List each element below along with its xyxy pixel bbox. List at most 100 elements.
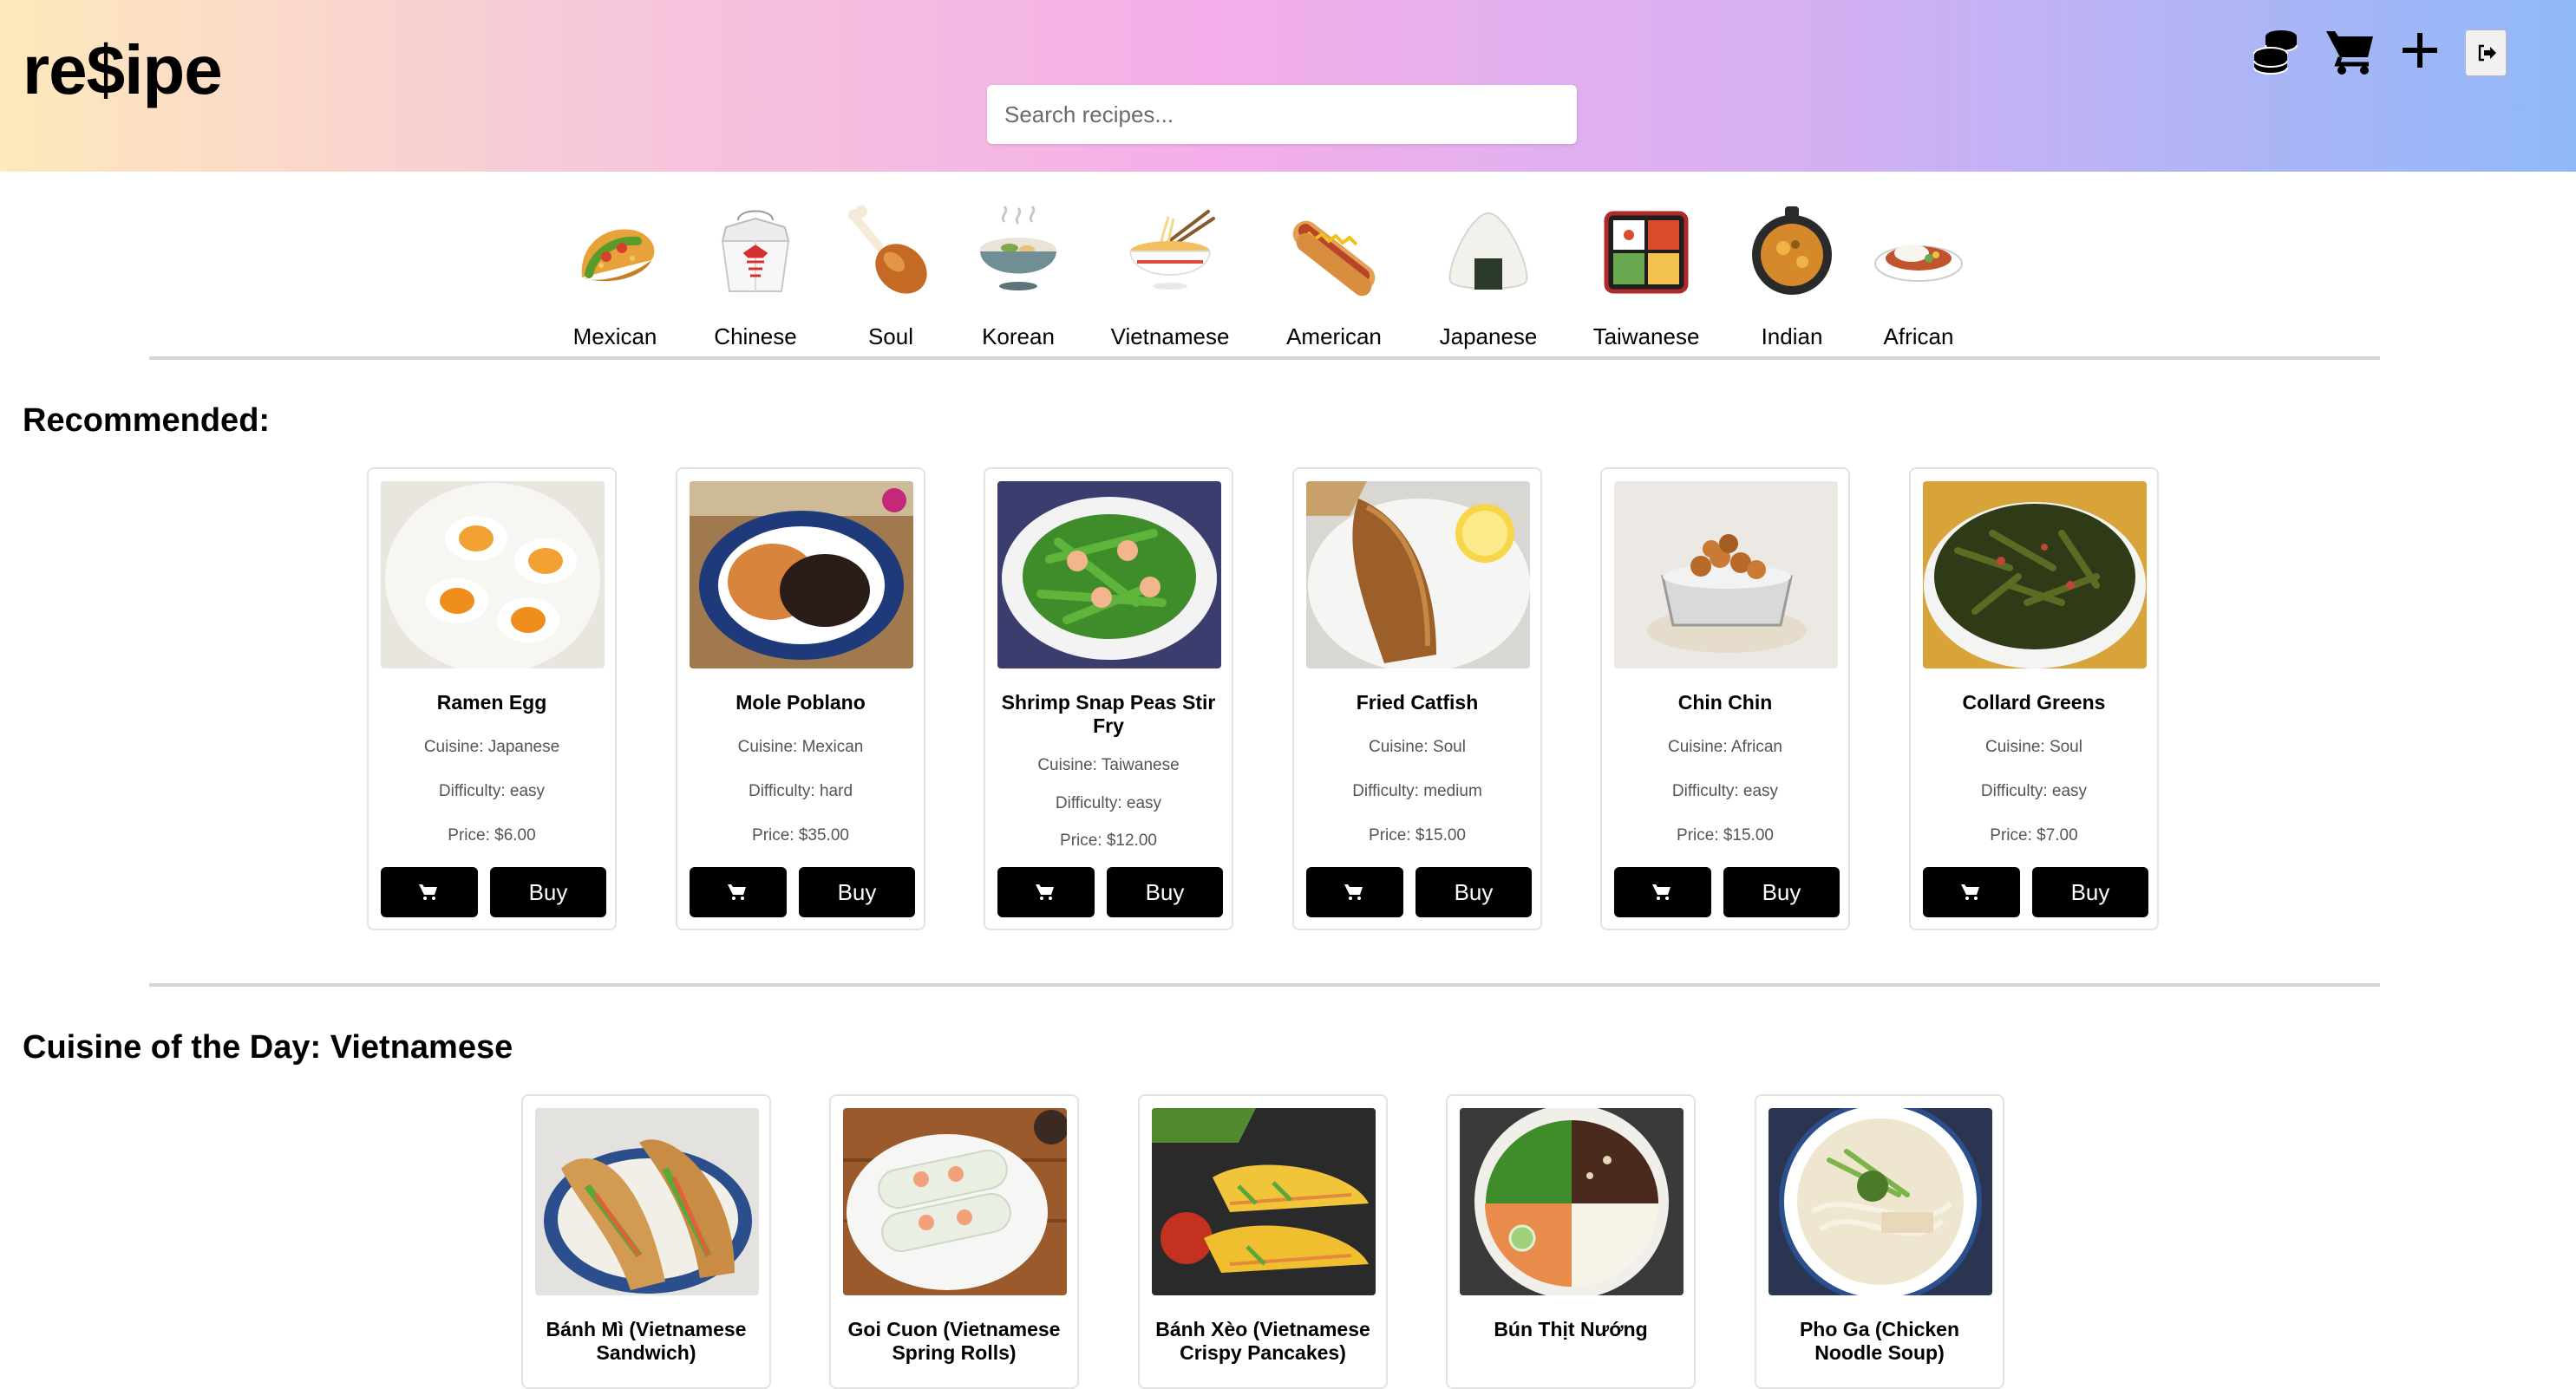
recipe-name: Ramen Egg: [436, 691, 547, 714]
add-to-cart-button[interactable]: [1306, 867, 1403, 917]
recipe-price: Price: $6.00: [448, 826, 536, 844]
recipe-card[interactable]: Goi Cuon (Vietnamese Spring Rolls): [829, 1094, 1079, 1389]
cart-icon: [1036, 884, 1054, 900]
recipe-card[interactable]: Bánh Xèo (Vietnamese Crispy Pancakes): [1138, 1094, 1388, 1389]
bento-box-icon: [1604, 211, 1689, 294]
add-to-cart-button[interactable]: [1923, 867, 2020, 917]
recipe-difficulty: Difficulty: easy: [1055, 794, 1162, 812]
curry-rice-icon: [1874, 245, 1963, 282]
recipe-name: Shrimp Snap Peas Stir Fry: [1001, 691, 1216, 737]
recipe-card[interactable]: Pho Ga (Chicken Noodle Soup): [1755, 1094, 2004, 1389]
poultry-leg-icon: [848, 205, 927, 294]
buy-button[interactable]: Buy: [2032, 867, 2148, 917]
category-japanese[interactable]: Japanese: [1419, 201, 1558, 350]
section-title-recommended: Recommended:: [23, 402, 271, 439]
category-label: Mexican: [572, 323, 657, 349]
divider: [149, 356, 2380, 360]
category-label: Indian: [1761, 323, 1823, 349]
header-bar: re$ipe: [0, 0, 2576, 172]
recipe-difficulty: Difficulty: easy: [1980, 782, 2088, 800]
category-label: Korean: [982, 323, 1055, 349]
recipe-image[interactable]: [1923, 481, 2147, 668]
cart-icon: [419, 884, 437, 900]
recipe-image[interactable]: [1769, 1108, 1992, 1295]
recipe-name: Bánh Xèo (Vietnamese Crispy Pancakes): [1155, 1318, 1370, 1364]
recipe-image[interactable]: [381, 481, 605, 668]
app-logo[interactable]: re$ipe: [23, 23, 223, 118]
buy-button[interactable]: Buy: [1415, 867, 1532, 917]
category-indian[interactable]: Indian: [1723, 201, 1861, 350]
buy-button[interactable]: Buy: [1723, 867, 1840, 917]
cart-icon: [1961, 884, 1979, 900]
divider: [149, 983, 2380, 987]
buy-button[interactable]: Buy: [799, 867, 915, 917]
recipe-cuisine: Cuisine: Soul: [1985, 738, 2082, 756]
add-to-cart-button[interactable]: [381, 867, 478, 917]
noodle-bowl-icon: [1128, 210, 1215, 290]
recipe-card[interactable]: Shrimp Snap Peas Stir Fry Cuisine: Taiwa…: [984, 467, 1233, 930]
category-vietnamese[interactable]: Vietnamese: [1101, 201, 1239, 350]
coins-icon[interactable]: [2252, 26, 2300, 81]
cart-icon: [728, 884, 746, 900]
category-taiwanese[interactable]: Taiwanese: [1577, 201, 1716, 350]
cart-icon: [1344, 884, 1363, 900]
recipe-name: Collard Greens: [1962, 691, 2106, 714]
recipe-image[interactable]: [1152, 1108, 1376, 1295]
curry-pot-icon: [1752, 206, 1832, 295]
logout-button[interactable]: [2465, 29, 2507, 76]
recipe-price: Price: $15.00: [1369, 826, 1466, 844]
logout-icon: [2478, 44, 2496, 62]
recipe-name: Pho Ga (Chicken Noodle Soup): [1799, 1318, 1960, 1364]
add-to-cart-button[interactable]: [690, 867, 787, 917]
recipe-card[interactable]: Bún Thịt Nướng: [1446, 1094, 1696, 1389]
category-label: Japanese: [1439, 323, 1538, 349]
category-label: Taiwanese: [1592, 323, 1700, 349]
section-title-cuisine-of-the-day: Cuisine of the Day: Vietnamese: [23, 1029, 513, 1066]
add-to-cart-button[interactable]: [1614, 867, 1711, 917]
recipe-name: Goi Cuon (Vietnamese Spring Rolls): [847, 1318, 1061, 1364]
category-label: Soul: [867, 323, 914, 349]
search-input[interactable]: [987, 85, 1577, 144]
recipe-cuisine: Cuisine: Soul: [1369, 738, 1466, 756]
recipe-price: Price: $7.00: [1990, 826, 2078, 844]
add-to-cart-button[interactable]: [997, 867, 1095, 917]
recipe-card[interactable]: Chin Chin Cuisine: African Difficulty: e…: [1600, 467, 1850, 930]
buy-button[interactable]: Buy: [1107, 867, 1223, 917]
recipe-image[interactable]: [690, 481, 913, 668]
category-african[interactable]: African: [1849, 201, 1988, 350]
recipe-image[interactable]: [1460, 1108, 1684, 1295]
recipe-card[interactable]: Collard Greens Cuisine: Soul Difficulty:…: [1909, 467, 2159, 930]
recipe-card[interactable]: Bánh Mì (Vietnamese Sandwich): [521, 1094, 771, 1389]
category-american[interactable]: American: [1265, 201, 1403, 350]
recipe-image[interactable]: [843, 1108, 1067, 1295]
category-mexican[interactable]: Mexican: [546, 201, 684, 350]
recipe-image[interactable]: [535, 1108, 759, 1295]
cart-icon: [1652, 884, 1670, 900]
recipe-price: Price: $12.00: [1060, 831, 1157, 850]
category-soul[interactable]: Soul: [821, 201, 960, 350]
recipe-name: Chin Chin: [1677, 691, 1773, 714]
plus-icon[interactable]: [2401, 31, 2439, 74]
recipe-difficulty: Difficulty: hard: [748, 782, 853, 800]
recipe-card[interactable]: Fried Catfish Cuisine: Soul Difficulty: …: [1292, 467, 1542, 930]
recipe-image[interactable]: [1306, 481, 1530, 668]
taco-icon: [581, 229, 655, 282]
buy-button[interactable]: Buy: [490, 867, 606, 917]
recipe-price: Price: $35.00: [752, 826, 849, 844]
category-label: African: [1883, 323, 1954, 349]
rice-ball-icon: [1448, 212, 1528, 290]
recipe-name: Bánh Mì (Vietnamese Sandwich): [546, 1318, 747, 1364]
recipe-card[interactable]: Mole Poblano Cuisine: Mexican Difficulty…: [676, 467, 925, 930]
recipe-card[interactable]: Ramen Egg Cuisine: Japanese Difficulty: …: [367, 467, 617, 930]
category-chinese[interactable]: Chinese: [686, 201, 825, 350]
category-korean[interactable]: Korean: [949, 201, 1088, 350]
takeout-box-icon: [721, 210, 790, 292]
recipe-name: Bún Thịt Nướng: [1494, 1318, 1648, 1340]
recipe-image[interactable]: [1614, 481, 1838, 668]
recipe-image[interactable]: [997, 481, 1221, 668]
cart-icon[interactable]: [2324, 26, 2375, 81]
recipe-cuisine: Cuisine: Mexican: [737, 738, 864, 756]
recipe-cuisine: Cuisine: Japanese: [423, 738, 560, 756]
category-label: Vietnamese: [1110, 323, 1230, 349]
stew-bowl-icon: [980, 205, 1056, 290]
